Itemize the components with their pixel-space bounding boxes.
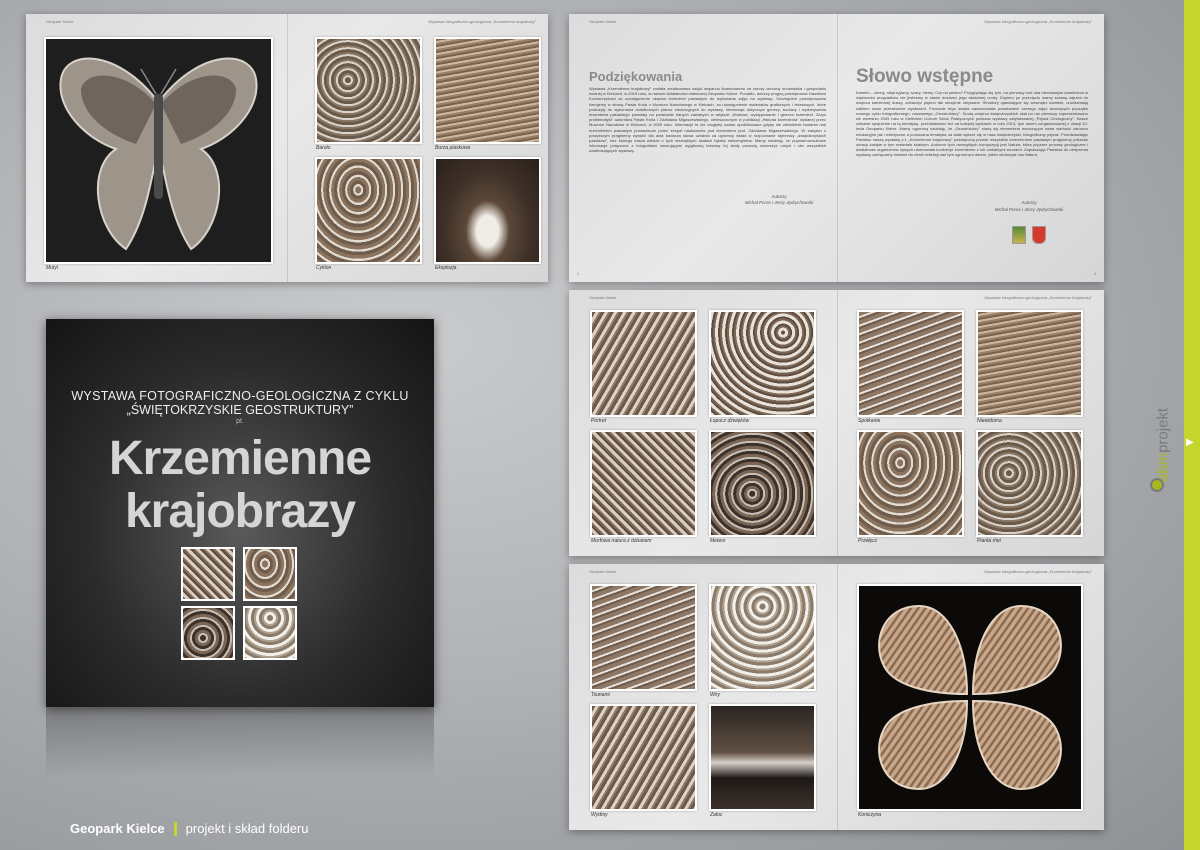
cover-thumbnail [243,606,297,660]
spread-3: Geopark Kielce Wystawa fotograficzno-geo… [569,290,1104,556]
play-arrow-icon[interactable]: ▶ [1186,437,1194,448]
photo-zatoc [709,704,816,811]
footer: Geopark Kielce projekt i skład folderu [70,821,309,838]
photo-morfowa-natura [590,430,697,537]
photo-tsunami [590,584,697,691]
photo-spotkanie [857,310,964,417]
photo-barolo [315,37,422,144]
photo-eksplozja [434,157,541,264]
footer-client: Geopark Kielce [70,821,165,836]
cover-subtitle-pt: pt. [236,418,244,425]
photo-lopocz-dzwiekow [709,310,816,417]
spread-header-right: Wystawa fotograficzno-geologiczna „Krzem… [428,19,536,24]
photo-cyklon [315,157,422,264]
spread-header-left: Geopark Kielce [589,569,617,574]
photo-przelecz [857,430,964,537]
photo-caption: Eksplozja [435,265,457,271]
signature-label: Autorzy [1021,200,1037,205]
photo-caption: Spotkanie [858,418,881,424]
geopark-logo-icon [1012,226,1026,244]
heading-podziekowania: Podziękowania [589,69,683,84]
cover-reflection [46,707,434,777]
butterfly-image [59,57,258,251]
photo-wiry [709,584,816,691]
photo-caption: Łopocz dźwięków [710,418,750,424]
photo-caption: Tsunami [591,692,610,698]
photo-koniczyna [857,584,1083,811]
cover-subtitle: „ŚWIĘTOKRZYSKIE GEOSTRUKTURY” [126,403,354,417]
spread-1: Geopark Kielce Wystawa fotograficzno-geo… [26,14,548,282]
photo-butterfly [44,37,273,264]
photo-caption: Meteor [710,538,726,544]
cover-subtitle: WYSTAWA FOTOGRAFICZNO-GEOLOGICZNA Z CYKL… [71,389,409,403]
spread-header-left: Geopark Kielce [589,295,617,300]
spread-2: Geopark Kielce Wystawa fotograficzno-geo… [569,14,1104,282]
photo-niewidoma [976,310,1083,417]
cover-thumbnail [181,547,235,601]
photo-caption: Morfowa natura z dzbanem [591,538,652,544]
photo-caption: Koniczyna [858,812,882,818]
photo-burza-piaskowa [434,37,541,144]
photo-caption: Wiry [710,692,720,698]
kielce-crest-icon [1032,226,1046,244]
clover-image [878,604,1062,791]
photo-caption: Przełęcz [858,538,878,544]
accent-sidebar [1184,0,1200,850]
signature-names: Michał Poros i Jerzy Jędrychowski [744,200,814,205]
cover-thumbnail [243,547,297,601]
photo-meteor [709,430,816,537]
spread-header-left: Geopark Kielce [46,19,74,24]
folder-cover: WYSTAWA FOTOGRAFICZNO-GEOLOGICZNA Z CYKL… [46,319,434,707]
spread-4: Geopark Kielce Wystawa fotograficzno-geo… [569,564,1104,830]
spread-header-left: Geopark Kielce [589,19,617,24]
logo-dot-icon [1150,478,1164,492]
photo-caption: Niewidoma [977,418,1002,424]
text-slowo-wstepne: Kamień – zimny, nieprzyjazny, szary, nie… [856,90,1088,158]
photo-wydmy [590,704,697,811]
photo-portret [590,310,697,417]
photo-caption: Zatoc [710,812,723,818]
heading-slowo-wstepne: Słowo wstępne [856,66,994,87]
photo-caption: Burza piaskowa [435,145,471,151]
spread-header-right: Wystawa fotograficzno-geologiczna „Krzem… [984,19,1092,24]
cover-title: krajobrazy [124,485,356,538]
photo-caption: Motyl [46,265,58,271]
cover-thumbnail [181,606,235,660]
photo-caption: Portret [591,418,607,424]
signature-label: Autorzy [771,194,787,199]
photo-caption: Cyklon [316,265,332,271]
cover-title: Krzemienne [108,432,372,485]
logo-part: projekt [1154,407,1172,453]
page-number: 3 [1093,271,1096,276]
spread-header-right: Wystawa fotograficzno-geologiczna „Krzem… [984,295,1092,300]
photo-caption: Pianta rhei [977,538,1001,544]
page-number: 2 [577,271,580,276]
footer-divider [173,821,177,836]
photo-caption: Barolo [316,145,331,151]
photo-pianta-rhei [976,430,1083,537]
photo-caption: Wydmy [591,812,608,818]
footer-description: projekt i skład folderu [185,821,309,836]
text-podziekowania: Wystawa „Krzemienne krajobrazy” została … [589,86,826,154]
spread-header-right: Wystawa fotograficzno-geologiczna „Krzem… [984,569,1092,574]
abm-projekt-logo[interactable]: abmprojekt [1153,400,1173,490]
signature-names: Michał Poros i Jerzy Jędrychowski [994,207,1064,212]
